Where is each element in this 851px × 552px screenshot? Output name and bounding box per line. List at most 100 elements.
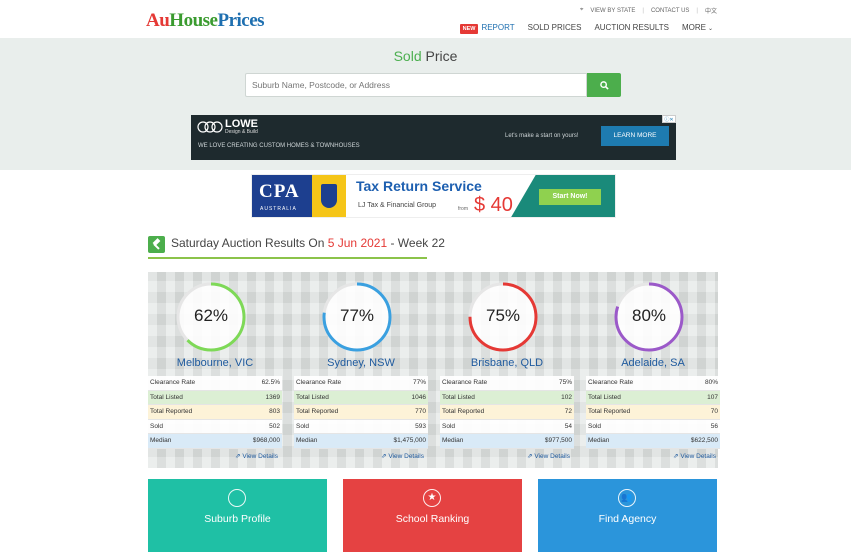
row-value: 54: [564, 422, 572, 430]
row-value: 107: [707, 393, 718, 401]
section-prefix: Saturday Auction Results On: [171, 236, 328, 250]
table-row: Total Reported 770: [294, 405, 428, 420]
stats-table: Clearance Rate 62.5% Total Listed 1369 Tot…: [148, 376, 282, 449]
suburb-profile-tile[interactable]: Suburb Profile: [148, 479, 327, 552]
row-label: Sold: [588, 422, 602, 430]
view-details-link[interactable]: ⇗ View Details: [235, 452, 278, 460]
logo-house: House: [169, 10, 218, 31]
city-name: Sydney, NSW: [327, 357, 395, 369]
clearance-percent: 62%: [193, 306, 229, 325]
row-label: Median: [150, 437, 172, 445]
tax-service-ad[interactable]: CPA AUSTRALIA Tax Return Service LJ Tax …: [251, 174, 616, 218]
row-label: Sold: [296, 422, 310, 430]
table-row: Total Reported 72: [440, 405, 574, 420]
row-label: Sold: [442, 422, 456, 430]
row-value: 70: [710, 408, 718, 416]
header: AuHousePrices ⌖ VIEW BY STATE | CONTACT …: [0, 0, 851, 38]
stats-table: Clearance Rate 75% Total Listed 102 Total …: [440, 376, 574, 449]
search-input[interactable]: [245, 73, 587, 97]
clearance-percent: 80%: [631, 306, 667, 325]
nav-auction-results[interactable]: AUCTION RESULTS: [594, 23, 669, 32]
nav-sold-prices[interactable]: SOLD PRICES: [528, 23, 582, 32]
ad-cta-text: Let's make a start on yours!: [505, 133, 579, 139]
view-by-state-link[interactable]: VIEW BY STATE: [590, 8, 635, 14]
city-name: Adelaide, SA: [621, 357, 685, 369]
tile-label: Find Agency: [598, 513, 657, 525]
star-icon: ★: [423, 489, 441, 507]
table-row: Total Listed 102: [440, 390, 574, 405]
search-button[interactable]: [587, 73, 621, 97]
cpa-text: CPA: [259, 181, 300, 202]
main-nav: NEW REPORT SOLD PRICES AUCTION RESULTS MO…: [459, 23, 713, 34]
row-value: $968,000: [252, 437, 280, 445]
search-icon: [599, 80, 609, 90]
learn-more-button[interactable]: LEARN MORE: [601, 126, 669, 146]
row-value: 80%: [704, 379, 718, 387]
ad2-price: $ 40: [474, 194, 513, 216]
location-icon: ⌖: [580, 7, 584, 13]
row-label: Total Reported: [588, 408, 631, 416]
row-value: 770: [415, 408, 426, 416]
stats-table: Clearance Rate 80% Total Listed 107 Total …: [586, 376, 720, 449]
stats-table: Clearance Rate 77% Total Listed 1046 Total…: [294, 376, 428, 449]
row-label: Median: [296, 437, 318, 445]
table-row: Clearance Rate 62.5%: [148, 376, 282, 391]
row-label: Total Reported: [150, 408, 193, 416]
ad2-subtitle: LJ Tax & Financial Group: [358, 202, 437, 209]
language-link[interactable]: 中文: [705, 6, 717, 15]
users-icon: 👥: [618, 489, 636, 507]
gavel-icon: [148, 236, 165, 253]
row-label: Sold: [150, 422, 164, 430]
row-label: Total Listed: [150, 393, 183, 401]
row-value: $977,500: [544, 437, 572, 445]
row-value: 803: [269, 408, 280, 416]
lowe-banner-ad[interactable]: LOWE Design & Build WE LOVE CREATING CUS…: [191, 115, 676, 160]
logo-prices: Prices: [217, 10, 265, 31]
row-label: Total Listed: [588, 393, 621, 401]
external-link-icon: ⇗: [381, 453, 387, 460]
lightbulb-icon: [228, 489, 246, 507]
find-agency-tile[interactable]: 👥 Find Agency: [538, 479, 717, 552]
view-details-link[interactable]: ⇗ View Details: [673, 452, 716, 460]
section-suffix: - Week 22: [387, 236, 445, 250]
row-value: 1369: [265, 393, 280, 401]
ad-brand: LOWE: [225, 118, 258, 130]
view-details-label: View Details: [242, 453, 278, 460]
top-links: ⌖ VIEW BY STATE | CONTACT US | 中文: [580, 6, 717, 15]
row-label: Median: [442, 437, 464, 445]
view-details-link[interactable]: ⇗ View Details: [381, 452, 424, 460]
nav-report-label: REPORT: [481, 23, 515, 32]
new-badge: NEW: [459, 24, 479, 34]
nav-more[interactable]: MORE ⌄: [682, 23, 713, 32]
table-row: Clearance Rate 77%: [294, 376, 428, 391]
table-row: Median $1,475,000: [294, 434, 428, 449]
site-logo[interactable]: AuHousePrices: [146, 10, 265, 32]
nav-report[interactable]: NEW REPORT: [459, 23, 515, 34]
start-now-button[interactable]: Start Now!: [539, 189, 601, 205]
table-row: Sold 56: [586, 419, 720, 434]
ad-brand-sub: Design & Build: [225, 129, 258, 135]
city-card-brisbane: 75% Brisbane, QLD Clearance Rate 75% Tota…: [440, 272, 574, 468]
school-ranking-tile[interactable]: ★ School Ranking: [343, 479, 522, 552]
hero: Sold Price LOWE Design & Build WE LOVE C…: [0, 38, 851, 170]
view-details-label: View Details: [388, 453, 424, 460]
table-row: Median $968,000: [148, 434, 282, 449]
view-details-link[interactable]: ⇗ View Details: [527, 452, 570, 460]
table-row: Clearance Rate 75%: [440, 376, 574, 391]
contact-us-link[interactable]: CONTACT US: [651, 8, 689, 14]
shield-icon: [321, 184, 337, 208]
table-row: Median $977,500: [440, 434, 574, 449]
cpa-logo: CPA AUSTRALIA: [252, 175, 312, 217]
row-label: Total Listed: [296, 393, 329, 401]
row-label: Clearance Rate: [296, 379, 342, 387]
table-row: Clearance Rate 80%: [586, 376, 720, 391]
row-value: 1046: [411, 393, 426, 401]
table-row: Sold 502: [148, 419, 282, 434]
table-row: Total Listed 107: [586, 390, 720, 405]
hero-title-green: Sold: [393, 48, 422, 64]
ad-close-icon[interactable]: ⓘ✕: [662, 115, 676, 123]
hero-title: Sold Price: [0, 48, 851, 64]
tile-label: School Ranking: [395, 513, 470, 525]
row-value: 77%: [412, 379, 426, 387]
table-row: Sold 54: [440, 419, 574, 434]
